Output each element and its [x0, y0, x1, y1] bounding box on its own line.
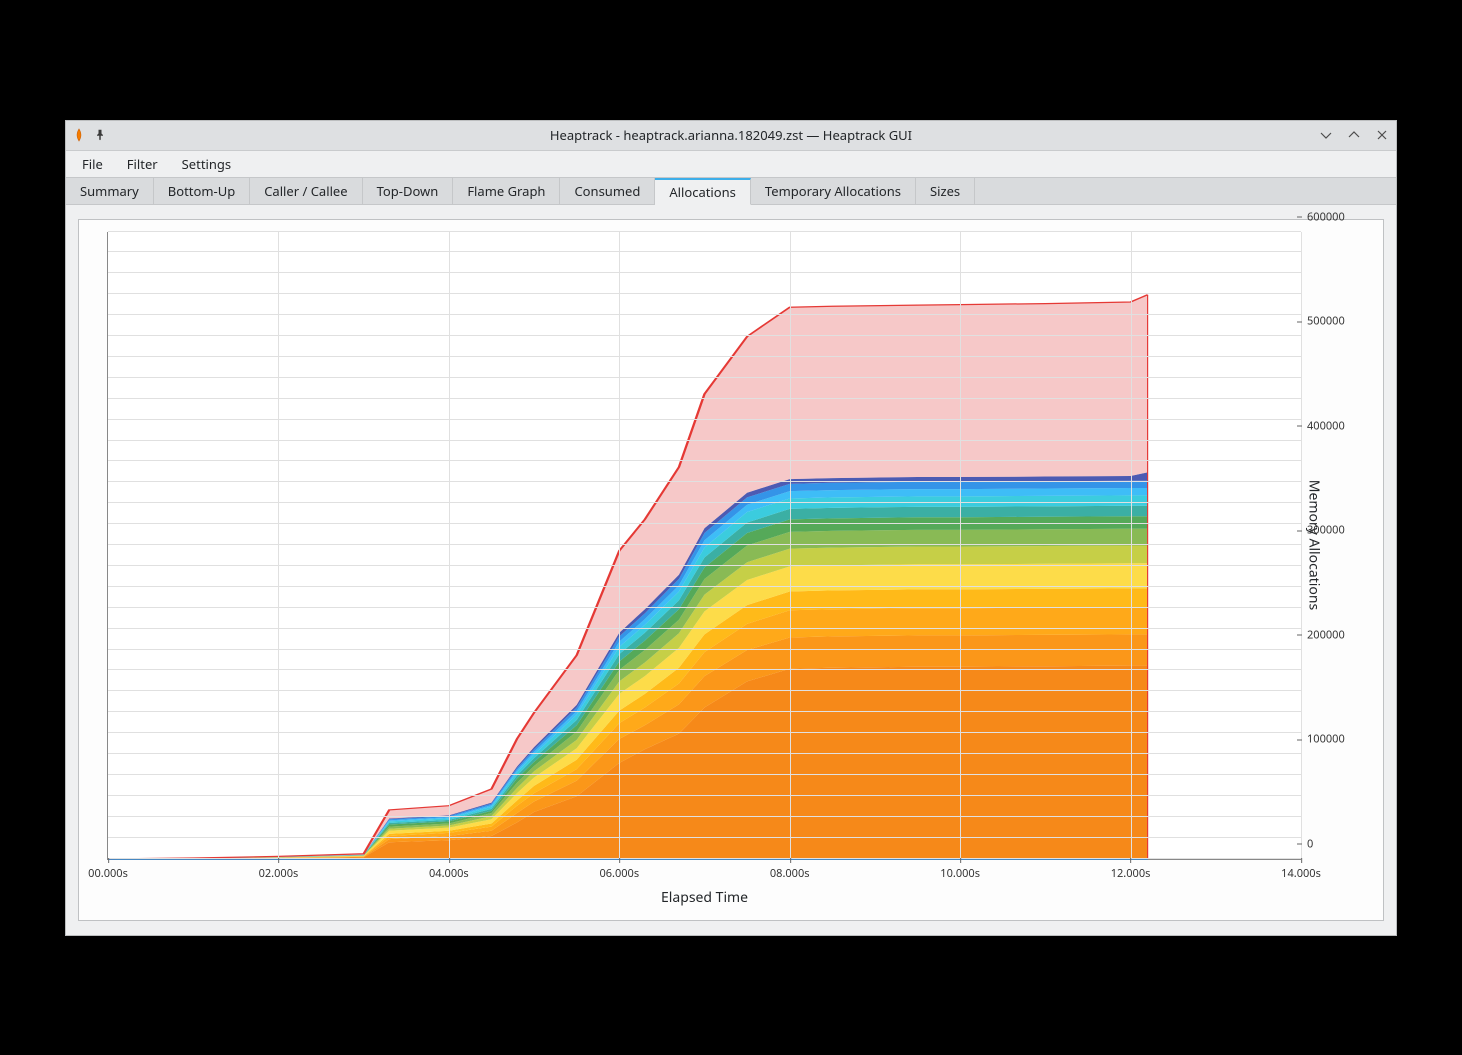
y-tick-label: 300000 — [1307, 523, 1359, 538]
y-tick-label: 200000 — [1307, 627, 1359, 642]
tab-sizes[interactable]: Sizes — [916, 178, 975, 204]
tab-top-down[interactable]: Top-Down — [363, 178, 454, 204]
y-tick-label: 400000 — [1307, 418, 1359, 433]
tab-allocations[interactable]: Allocations — [655, 178, 751, 205]
tab-bottom-up[interactable]: Bottom-Up — [154, 178, 250, 204]
gridline-h — [108, 293, 1301, 294]
menubar: File Filter Settings — [66, 151, 1396, 177]
gridline-v — [960, 232, 961, 859]
gridline-h — [108, 398, 1301, 399]
app-window: Heaptrack - heaptrack.arianna.182049.zst… — [65, 120, 1397, 936]
gridline-h — [108, 251, 1301, 252]
tab-flame-graph[interactable]: Flame Graph — [453, 178, 560, 204]
window-title: Heaptrack - heaptrack.arianna.182049.zst… — [66, 126, 1396, 144]
gridline-v — [1301, 232, 1302, 859]
gridline-h — [108, 795, 1301, 796]
gridline-h — [108, 711, 1301, 712]
x-tick-label: 04.000s — [429, 866, 469, 881]
gridline-h — [108, 481, 1301, 482]
gridline-h — [108, 231, 1301, 232]
gridline-h — [108, 586, 1301, 587]
x-tick-label: 06.000s — [599, 866, 639, 881]
x-tick-label: 12.000s — [1111, 866, 1151, 881]
gridline-h — [108, 774, 1301, 775]
menu-filter[interactable]: Filter — [117, 152, 168, 176]
y-tick-label: 600000 — [1307, 209, 1359, 224]
menu-file[interactable]: File — [72, 152, 113, 176]
x-tick-label: 00.000s — [88, 866, 128, 881]
titlebar: Heaptrack - heaptrack.arianna.182049.zst… — [66, 121, 1396, 151]
x-axis-label: Elapsed Time — [661, 888, 748, 907]
gridline-h — [108, 669, 1301, 670]
gridline-v — [619, 232, 620, 859]
gridline-h — [108, 732, 1301, 733]
gridline-h — [108, 753, 1301, 754]
gridline-h — [108, 607, 1301, 608]
y-tick-label: 0 — [1307, 836, 1359, 851]
y-tick-label: 500000 — [1307, 314, 1359, 329]
gridline-v — [278, 232, 279, 859]
y-axis-label: Memory Allocations — [1304, 480, 1323, 610]
gridline-h — [108, 460, 1301, 461]
gridline-h — [108, 272, 1301, 273]
x-tick-label: 10.000s — [940, 866, 980, 881]
tabbar: Summary Bottom-Up Caller / Callee Top-Do… — [66, 177, 1396, 205]
stacked-area-chart — [108, 232, 1301, 859]
gridline-h — [108, 649, 1301, 650]
gridline-h — [108, 419, 1301, 420]
chart-container: Memory Allocations Elapsed Time 00.000s 0… — [66, 205, 1396, 935]
gridline-v — [449, 232, 450, 859]
tab-consumed[interactable]: Consumed — [560, 178, 655, 204]
gridline-h — [108, 523, 1301, 524]
gridline-h — [108, 335, 1301, 336]
y-tick-label: 100000 — [1307, 732, 1359, 747]
tab-temporary-allocations[interactable]: Temporary Allocations — [751, 178, 916, 204]
gridline-h — [108, 858, 1301, 859]
gridline-h — [108, 690, 1301, 691]
gridline-v — [790, 232, 791, 859]
gridline-h — [108, 816, 1301, 817]
gridline-h — [108, 314, 1301, 315]
x-tick-label: 08.000s — [770, 866, 810, 881]
x-tick-label: 14.000s — [1281, 866, 1321, 881]
tab-caller-callee[interactable]: Caller / Callee — [250, 178, 362, 204]
gridline-h — [108, 356, 1301, 357]
gridline-v — [1131, 232, 1132, 859]
gridline-h — [108, 628, 1301, 629]
gridline-h — [108, 565, 1301, 566]
tab-summary[interactable]: Summary — [66, 178, 154, 204]
gridline-h — [108, 377, 1301, 378]
gridline-h — [108, 502, 1301, 503]
chart-frame: Memory Allocations Elapsed Time 00.000s 0… — [78, 219, 1384, 921]
plot-area[interactable]: Memory Allocations Elapsed Time 00.000s0… — [107, 232, 1301, 860]
x-tick-label: 02.000s — [259, 866, 299, 881]
gridline-h — [108, 544, 1301, 545]
gridline-h — [108, 837, 1301, 838]
menu-settings[interactable]: Settings — [172, 152, 241, 176]
gridline-h — [108, 440, 1301, 441]
